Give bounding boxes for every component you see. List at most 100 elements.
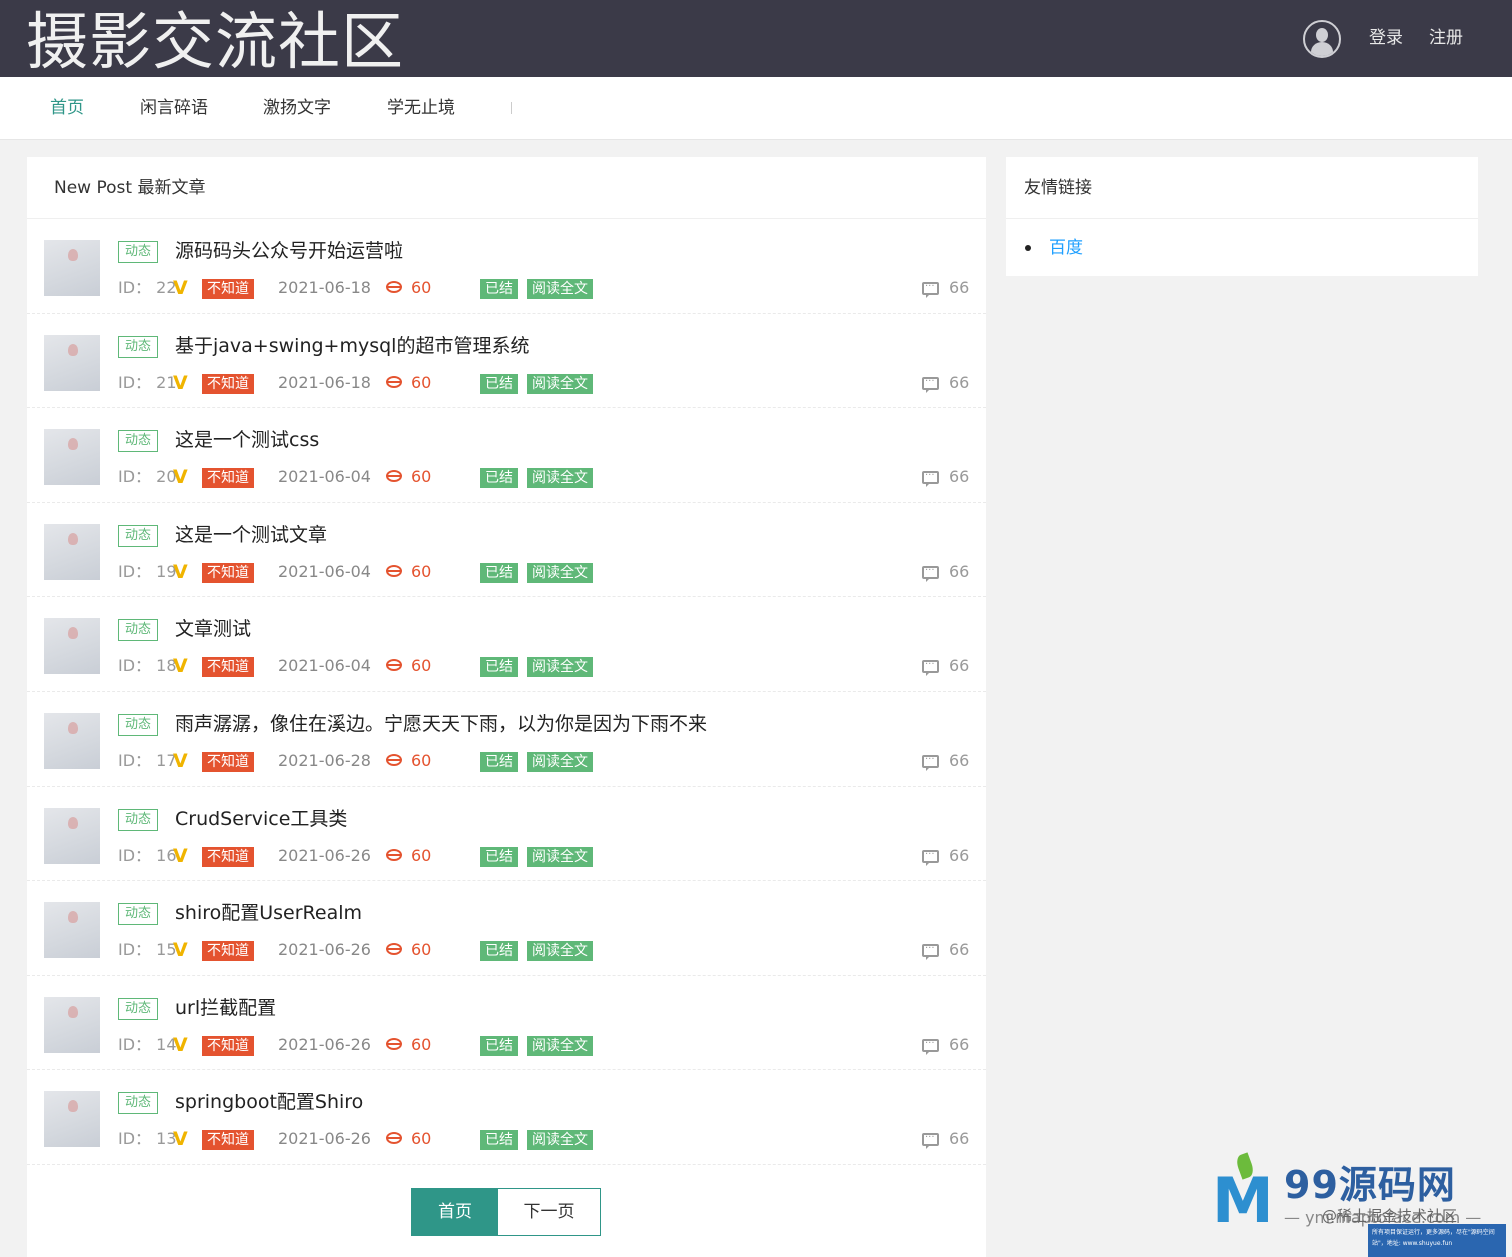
author-badge: 不知道 bbox=[202, 468, 254, 489]
post-row: 动态 springboot配置Shiro ID： 13 V 不知道 2021-06-26 6… bbox=[27, 1070, 986, 1165]
post-id: ID： 13 bbox=[118, 1128, 177, 1150]
post-id-prefix: ID： bbox=[118, 467, 152, 487]
post-thumbnail[interactable] bbox=[44, 429, 100, 486]
nav-item-learning[interactable]: 学无止境 bbox=[387, 96, 455, 120]
friend-link-baidu[interactable]: 百度 bbox=[1049, 238, 1083, 258]
eye-icon bbox=[386, 659, 402, 672]
status-badge: 已结 bbox=[480, 373, 518, 394]
post-thumbnail[interactable] bbox=[44, 1091, 100, 1148]
post-title[interactable]: 这是一个测试文章 bbox=[175, 521, 327, 549]
post-views: 60 bbox=[411, 372, 432, 392]
status-badge: 已结 bbox=[480, 751, 518, 772]
post-thumbnail[interactable] bbox=[44, 712, 100, 769]
post-thumbnail[interactable] bbox=[44, 240, 100, 296]
first-page-button[interactable]: 首页 bbox=[412, 1189, 498, 1235]
post-id: ID： 22 bbox=[118, 277, 177, 299]
read-more-button[interactable]: 阅读全文 bbox=[527, 1130, 593, 1151]
read-more-button[interactable]: 阅读全文 bbox=[527, 373, 593, 394]
post-thumbnail[interactable] bbox=[44, 618, 100, 675]
post-list-title: New Post 最新文章 bbox=[27, 157, 986, 219]
post-date: 2021-06-04 bbox=[278, 467, 371, 487]
post-comments: 66 bbox=[949, 278, 970, 297]
post-date: 2021-06-04 bbox=[278, 561, 371, 581]
post-views: 60 bbox=[411, 1034, 432, 1054]
site-header: 摄影交流社区 登录 注册 bbox=[0, 0, 1512, 78]
post-id: ID： 19 bbox=[118, 561, 177, 583]
post-comments: 66 bbox=[949, 1129, 970, 1149]
post-views: 60 bbox=[411, 467, 432, 487]
status-badge: 已结 bbox=[480, 279, 518, 299]
vip-icon: V bbox=[173, 749, 188, 772]
post-id: ID： 14 bbox=[118, 1034, 177, 1056]
post-thumbnail[interactable] bbox=[44, 902, 100, 959]
status-badge: 已结 bbox=[480, 468, 518, 489]
post-title[interactable]: 源码码头公众号开始运营啦 bbox=[175, 237, 403, 265]
eye-icon bbox=[386, 753, 402, 766]
post-row: 动态文章测试 ID： 18V 不知道 2021-06-04 60 已结阅读全文 66 bbox=[27, 597, 986, 692]
nav-item-home[interactable]: 首页 bbox=[50, 96, 84, 120]
status-badge: 已结 bbox=[480, 657, 518, 678]
read-more-button[interactable]: 阅读全文 bbox=[527, 657, 593, 678]
read-more-button[interactable]: 阅读全文 bbox=[527, 562, 593, 583]
login-link[interactable]: 登录 bbox=[1369, 26, 1403, 50]
next-page-button[interactable]: 下一页 bbox=[498, 1189, 600, 1235]
post-thumbnail[interactable] bbox=[44, 996, 100, 1053]
post-comments: 66 bbox=[949, 1034, 970, 1054]
read-more-button[interactable]: 阅读全文 bbox=[527, 751, 593, 772]
post-views: 60 bbox=[411, 1129, 432, 1149]
post-title[interactable]: 雨声潺潺，像住在溪边。宁愿天天下雨，以为你是因为下雨不来 bbox=[175, 710, 707, 738]
post-id: ID： 18 bbox=[118, 655, 177, 677]
post-views: 60 bbox=[411, 845, 432, 865]
post-date: 2021-06-26 bbox=[278, 845, 371, 865]
comment-icon bbox=[922, 371, 939, 393]
post-title[interactable]: 文章测试 bbox=[175, 615, 251, 643]
post-title[interactable]: 这是一个测试css bbox=[175, 426, 319, 454]
post-id-prefix: ID： bbox=[118, 940, 152, 960]
status-badge: 已结 bbox=[480, 562, 518, 583]
post-title[interactable]: shiro配置UserRealm bbox=[175, 899, 362, 927]
post-comments: 66 bbox=[949, 656, 970, 676]
post-id: ID： 15 bbox=[118, 939, 177, 961]
register-link[interactable]: 注册 bbox=[1429, 26, 1463, 50]
post-id-prefix: ID： bbox=[118, 372, 152, 392]
read-more-button[interactable]: 阅读全文 bbox=[527, 468, 593, 489]
vip-icon: V bbox=[173, 655, 188, 678]
user-avatar-icon[interactable] bbox=[1303, 20, 1341, 58]
post-thumbnail[interactable] bbox=[44, 523, 100, 580]
post-date: 2021-06-26 bbox=[278, 1034, 371, 1054]
eye-icon bbox=[386, 470, 402, 483]
author-badge: 不知道 bbox=[202, 751, 254, 772]
read-more-button[interactable]: 阅读全文 bbox=[527, 1035, 593, 1056]
nav-item-writing[interactable]: 激扬文字 bbox=[263, 96, 331, 120]
nav-item-chitchat[interactable]: 闲言碎语 bbox=[140, 96, 208, 120]
eye-icon bbox=[386, 1132, 402, 1145]
post-views: 60 bbox=[411, 561, 432, 581]
watermark-brand: 99源码网 bbox=[1284, 1163, 1456, 1207]
read-more-button[interactable]: 阅读全文 bbox=[527, 846, 593, 867]
watermark-overlay: @稀土掘金技术社区 bbox=[1322, 1207, 1458, 1225]
post-title[interactable]: url拦截配置 bbox=[175, 994, 276, 1022]
post-tag: 动态 bbox=[118, 713, 159, 736]
post-date: 2021-06-26 bbox=[278, 940, 371, 960]
post-id-prefix: ID： bbox=[118, 1034, 152, 1054]
post-title[interactable]: CrudService工具类 bbox=[175, 805, 347, 833]
post-tag: 动态 bbox=[118, 1092, 159, 1115]
pagination: 首页 下一页 bbox=[411, 1188, 601, 1236]
post-title[interactable]: 基于java+swing+mysql的超市管理系统 bbox=[175, 332, 529, 360]
post-comments: 66 bbox=[949, 845, 970, 865]
eye-icon bbox=[386, 564, 402, 577]
friend-links-title: 友情链接 bbox=[1006, 157, 1478, 219]
read-more-button[interactable]: 阅读全文 bbox=[527, 941, 593, 962]
status-badge: 已结 bbox=[480, 941, 518, 962]
post-id-prefix: ID： bbox=[118, 750, 152, 770]
post-date: 2021-06-04 bbox=[278, 656, 371, 676]
post-title[interactable]: springboot配置Shiro bbox=[175, 1088, 363, 1116]
post-thumbnail[interactable] bbox=[44, 334, 100, 391]
vip-icon: V bbox=[173, 277, 188, 299]
post-views: 60 bbox=[411, 750, 432, 770]
post-row: 动态 shiro配置UserRealm ID： 15 V 不知道 2021-06-26 60… bbox=[27, 881, 986, 976]
watermark-note: 所有项目保证运行，更多源码，尽在"源码空间站"，地址: www.shuyue.f… bbox=[1368, 1224, 1506, 1257]
read-more-button[interactable]: 阅读全文 bbox=[527, 279, 593, 299]
post-thumbnail[interactable] bbox=[44, 807, 100, 864]
comment-icon bbox=[922, 749, 939, 771]
